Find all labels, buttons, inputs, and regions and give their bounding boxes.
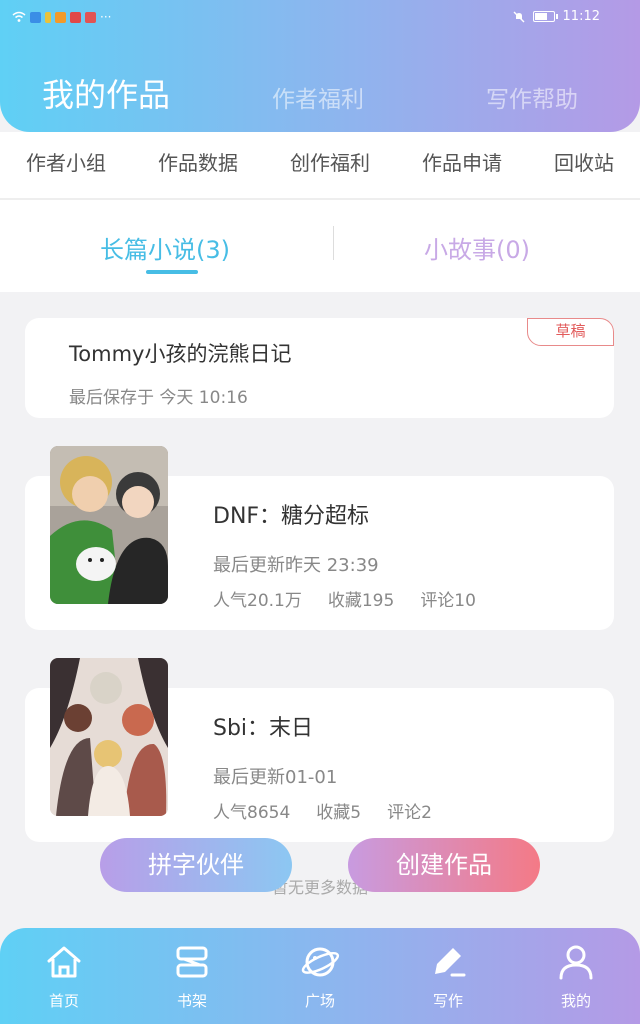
work-title: Tommy小孩的浣熊日记	[69, 342, 292, 366]
wifi-icon	[12, 11, 26, 22]
nav-home-label: 首页	[48, 992, 79, 1010]
battery-icon	[532, 11, 558, 22]
status-icons: ···	[12, 10, 111, 24]
last-updated: 最后更新01-01	[213, 767, 338, 788]
tab-long-novel[interactable]: 长篇小说(3)	[100, 230, 230, 265]
header: ··· 11:12 我的作品 作者福利 写作帮助	[0, 0, 640, 132]
bookshelf-icon	[176, 946, 208, 978]
profile-icon	[559, 945, 593, 980]
novel-cover-image[interactable]	[50, 658, 168, 816]
menu-creation-benefits[interactable]: 创作福利	[290, 147, 370, 176]
novel-stats: 人气20.1万 收藏195 评论10	[213, 586, 476, 611]
pen-icon	[435, 948, 466, 977]
no-more-data-text: 暂无更多数据	[271, 878, 368, 897]
last-saved: 最后保存于 今天 10:16	[69, 388, 248, 408]
comments-count: 评论10	[420, 591, 476, 611]
novel-stats: 人气8654 收藏5 评论2	[213, 798, 432, 823]
active-tab-indicator	[146, 270, 198, 274]
mail-app-icon	[85, 11, 96, 23]
draft-work-card[interactable]: Tommy小孩的浣熊日记 最后保存于 今天 10:16 草稿	[25, 318, 614, 418]
draft-badge: 草稿	[527, 318, 614, 346]
nav-profile-label: 我的	[560, 992, 591, 1010]
planet-icon	[301, 947, 340, 977]
tab-short-story[interactable]: 小故事(0)	[424, 230, 530, 265]
function-menu: 作者小组 作品数据 创作福利 作品申请 回收站	[0, 132, 640, 198]
more-notifications-icon: ···	[100, 10, 112, 24]
home-icon	[47, 946, 81, 978]
tab-writing-help[interactable]: 写作帮助	[486, 80, 578, 114]
status-bar: ··· 11:12	[0, 0, 640, 36]
word-partner-button[interactable]: 拼字伙伴	[100, 838, 292, 892]
create-work-button[interactable]: 创建作品	[348, 838, 540, 892]
menu-work-data[interactable]: 作品数据	[158, 147, 238, 176]
nav-profile[interactable]: 我的	[526, 942, 626, 1024]
video-app-icon	[55, 11, 66, 23]
work-type-tabs: 长篇小说(3) 小故事(0)	[0, 200, 640, 292]
nav-bookshelf-label: 书架	[176, 992, 207, 1010]
menu-author-group[interactable]: 作者小组	[26, 147, 106, 176]
favorites-count: 收藏5	[316, 803, 362, 823]
menu-recycle-bin[interactable]: 回收站	[554, 147, 614, 176]
last-updated: 最后更新昨天 23:39	[213, 555, 379, 576]
nav-bookshelf[interactable]: 书架	[142, 942, 242, 1024]
novel-title: Sbi：末日	[213, 716, 314, 741]
comments-count: 评论2	[387, 803, 432, 823]
nav-plaza-label: 广场	[304, 992, 335, 1010]
tab-author-benefits[interactable]: 作者福利	[272, 80, 364, 114]
status-time: 11:12	[562, 9, 600, 24]
nav-write[interactable]: 写作	[398, 942, 498, 1024]
battery-app-icon	[45, 11, 51, 23]
tab-my-works[interactable]: 我的作品	[42, 70, 170, 116]
popularity-count: 人气8654	[213, 803, 291, 823]
search-app-icon	[30, 11, 41, 23]
nav-write-label: 写作	[432, 992, 463, 1010]
novel-cover-image[interactable]	[50, 446, 168, 604]
nav-plaza[interactable]: 广场	[270, 942, 370, 1024]
bottom-navigation: 首页 书架 广场 写作 我的	[0, 928, 640, 1024]
popularity-count: 人气20.1万	[213, 591, 302, 611]
divider	[333, 226, 334, 260]
mute-icon	[513, 11, 525, 22]
novel-title: DNF：糖分超标	[213, 504, 370, 529]
menu-work-application[interactable]: 作品申请	[422, 147, 502, 176]
notes-app-icon	[70, 11, 81, 23]
favorites-count: 收藏195	[327, 591, 395, 611]
nav-home[interactable]: 首页	[14, 942, 114, 1024]
